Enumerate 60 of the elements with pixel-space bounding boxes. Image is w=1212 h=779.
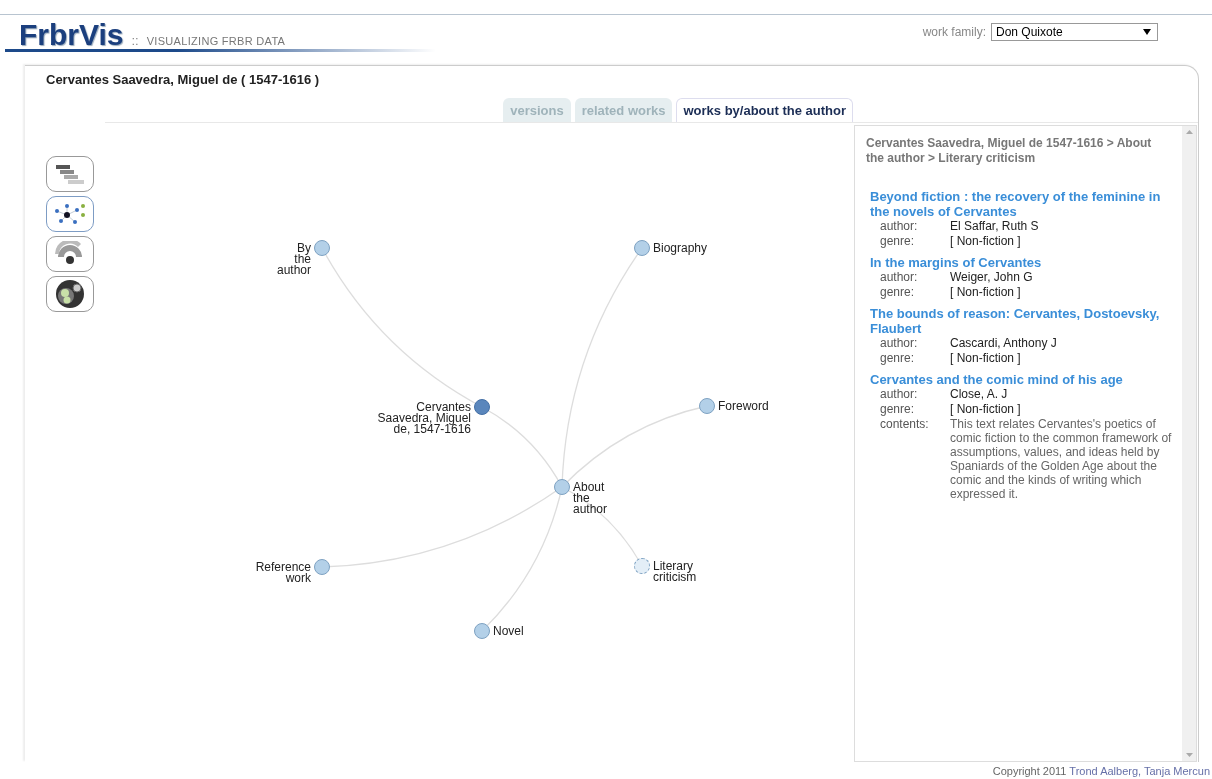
work-family-label: work family: (922, 25, 986, 39)
graph-node[interactable] (699, 398, 715, 414)
person-title: Cervantes Saavedra, Miguel de ( 1547-1616 ) (45, 71, 321, 89)
tagline: VISUALIZING FRBR DATA (146, 35, 286, 47)
graph-node[interactable] (314, 240, 330, 256)
field-label: author: (880, 336, 919, 351)
breadcrumb: Cervantes Saavedra, Miguel de 1547-1616 > About the author > Literary criticism (866, 136, 1153, 166)
field-label: genre: (880, 351, 916, 366)
field-value: [ Non-fiction ] (950, 351, 1022, 366)
dropdown-icon (1143, 29, 1151, 35)
graph-node[interactable] (314, 559, 330, 575)
node-label: Reference work (254, 562, 311, 584)
bubble-chart-icon (55, 279, 85, 309)
separator: :: (131, 33, 139, 48)
scroll-up-icon[interactable] (1185, 130, 1193, 134)
copyright-text: Copyright 2011 (992, 765, 1067, 777)
field-value: [ Non-fiction ] (950, 285, 1022, 300)
work-title-link[interactable]: The bounds of reason: Cervantes, Dostoevsky, Flaubert (870, 306, 1172, 336)
field-label: genre: (880, 234, 916, 249)
node-label: Foreword (718, 401, 770, 412)
work-title-link[interactable]: Cervantes and the comic mind of his age (870, 372, 1172, 387)
view-button[interactable] (46, 276, 94, 312)
field-label: contents: (880, 417, 930, 433)
network-icon (53, 202, 87, 226)
field-value: El Saffar, Ruth S (950, 219, 1040, 234)
authors-link[interactable]: Trond Aalberg, Tanja Mercun (1069, 765, 1210, 777)
field-value: Cascardi, Anthony J (950, 336, 1058, 351)
tab[interactable]: related works (574, 98, 673, 122)
field-value: This text relates Cervantes's poetics of comic fiction to the common framework of assumptions, values, and ideas held by Spaniards of the Golden Age about the comic and the kinds of writing which expressed it. (950, 417, 1172, 501)
field-label: author: (880, 387, 919, 402)
bars-icon (54, 163, 86, 185)
field-label: genre: (880, 285, 916, 300)
node-label: Novel (493, 626, 525, 637)
field-value: Weiger, John G (950, 270, 1034, 285)
graph-node[interactable] (554, 479, 570, 495)
field-label: author: (880, 270, 919, 285)
radial-chart-icon (55, 241, 85, 267)
field-value: [ Non-fiction ] (950, 402, 1022, 417)
field-value: Close, A. J (950, 387, 1009, 402)
node-label: Biography (653, 243, 709, 254)
work-title-link[interactable]: In the margins of Cervantes (870, 255, 1172, 270)
node-label: About the author (573, 482, 609, 515)
field-value: [ Non-fiction ] (950, 234, 1022, 249)
scrollbar[interactable] (1182, 126, 1196, 761)
scroll-down-icon[interactable] (1185, 753, 1193, 757)
graph-node[interactable] (474, 623, 490, 639)
view-button[interactable] (46, 236, 94, 272)
node-label: By the author (277, 243, 311, 276)
field-label: author: (880, 219, 919, 234)
tab[interactable]: works by/about the author (676, 98, 853, 122)
work-title-link[interactable]: Beyond fiction : the recovery of the feminine in the novels of Cervantes (870, 189, 1172, 219)
graph-node[interactable] (634, 240, 650, 256)
field-label: genre: (880, 402, 916, 417)
tab[interactable]: versions (503, 98, 571, 122)
work-family-select[interactable]: Don Quixote (991, 23, 1158, 41)
graph-node[interactable] (474, 399, 490, 415)
node-label: Literary criticism (653, 561, 698, 583)
logo: FrbrVis (19, 21, 124, 49)
graph-node[interactable] (634, 558, 650, 574)
view-button[interactable] (46, 156, 94, 192)
